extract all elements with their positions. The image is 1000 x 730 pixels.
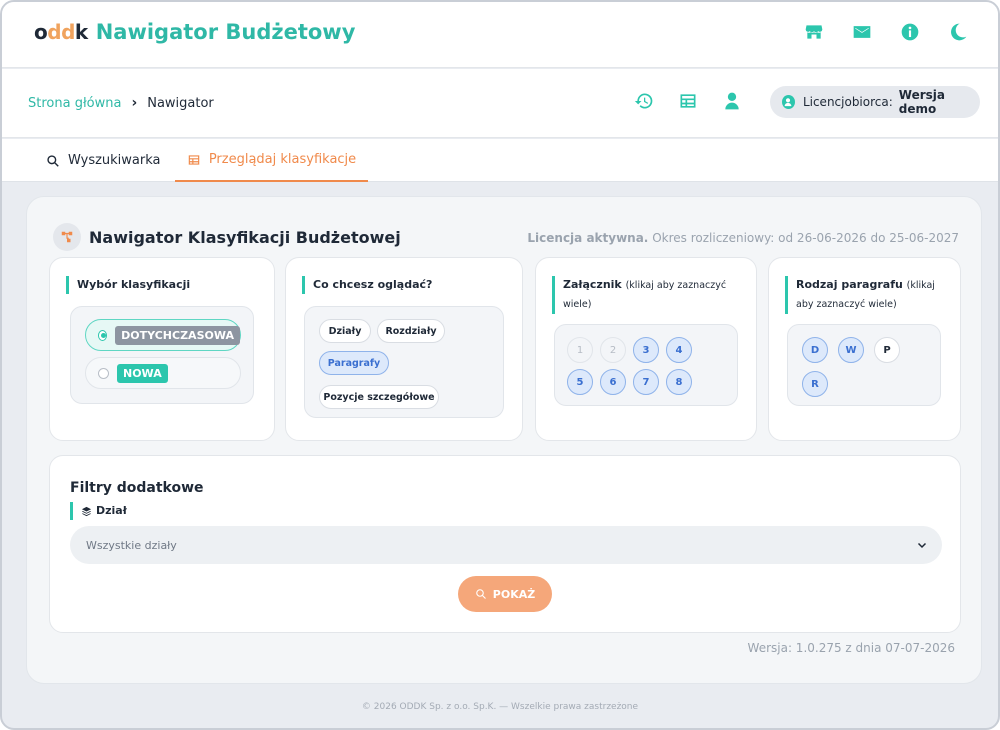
header-actions [804,22,968,42]
section-field-label: Dział [70,502,127,520]
radio-indicator [98,367,109,379]
licence-period-text: Okres rozliczeniowy: od 26-06-2026 do 25… [652,231,959,245]
app-title: Nawigator Budżetowy [95,20,356,44]
attachment-4[interactable]: 4 [666,337,692,363]
mail-icon[interactable] [852,22,872,42]
licensee-badge[interactable]: Licencjobiorca: Wersja demo [770,86,980,118]
paragraph-type-options: D W P R [787,324,941,406]
view-type-label: Co chcesz oglądać? [302,276,432,294]
tab-search[interactable]: Wyszukiwarka [46,139,161,182]
attachment-label: Załącznik (klikaj aby zaznaczyć wiele) [552,276,732,314]
radio-dotychczasowa[interactable]: DOTYCHCZASOWA [85,319,241,351]
attachment-6[interactable]: 6 [600,369,626,395]
tab-search-label: Wyszukiwarka [68,153,161,168]
radio-label: NOWA [117,363,168,383]
paragraph-type-p[interactable]: P [874,337,900,363]
attachment-3[interactable]: 3 [633,337,659,363]
licensee-value: Wersja demo [898,88,945,116]
attachment-5[interactable]: 5 [567,369,593,395]
tab-bar: Wyszukiwarka Przeglądaj klasyfikacje [2,139,998,182]
classification-options: DOTYCHCZASOWA NOWA [70,306,254,404]
user-icon[interactable] [722,91,742,111]
list-icon [188,154,200,165]
paragraph-type-label: Rodzaj paragrafu (klikaj aby zaznaczyć w… [785,276,935,314]
classification-label: Wybór klasyfikacji [66,276,190,294]
attachment-options: 1 2 3 4 5 6 7 8 [554,324,738,406]
chip-pozycje-szczegolowe[interactable]: Pozycje szczegółowe [319,385,439,409]
version-info: Wersja: 1.0.275 z dnia 07-07-2026 [747,641,955,655]
hierarchy-icon [53,223,81,251]
attachment-1[interactable]: 1 [567,337,593,363]
paragraph-type-panel: Rodzaj paragrafu (klikaj aby zaznaczyć w… [768,257,961,441]
view-type-options: Działy Rozdziały Paragrafy Pozycje szcze… [304,306,504,418]
section-select[interactable]: Wszystkie działy [70,526,942,564]
show-button-label: POKAŻ [492,587,536,601]
chevron-down-icon [917,542,927,549]
breadcrumb: Strona główna › Nawigator [28,95,214,111]
breadcrumb-current: Nawigator [147,95,214,111]
search-icon [475,589,486,599]
breadcrumb-separator: › [131,95,138,111]
table-icon[interactable] [678,91,698,111]
filters-panel: Filtry dodatkowe Dział Wszystkie działy … [49,455,961,633]
section-select-value: Wszystkie działy [86,538,177,552]
tab-browse-label: Przeglądaj klasyfikacje [208,152,357,167]
moon-icon[interactable] [948,22,968,42]
footer-copyright: © 2026 ODDK Sp. z o.o. Sp.K. — Wszelkie … [361,702,639,712]
show-button[interactable]: POKAŻ [458,576,552,612]
search-icon [47,154,59,167]
paragraph-type-w[interactable]: W [838,337,864,363]
paragraph-type-d[interactable]: D [802,337,828,363]
view-type-panel: Co chcesz oglądać? Działy Rozdziały Para… [285,257,523,441]
navigator-card: Nawigator Klasyfikacji Budżetowej Licenc… [26,196,982,684]
layers-icon [81,506,92,516]
logo-mark: oddk [34,20,88,44]
tab-browse-classifications[interactable]: Przeglądaj klasyfikacje [175,139,368,182]
radio-nowa[interactable]: NOWA [85,357,241,389]
attachment-7[interactable]: 7 [633,369,659,395]
info-icon[interactable] [900,22,920,42]
classification-panel: Wybór klasyfikacji DOTYCHCZASOWA NOWA [49,257,275,441]
sub-header: Strona główna › Nawigator Licencjobiorca… [2,69,998,138]
chip-paragrafy[interactable]: Paragrafy [319,351,389,375]
chip-rozdzialy[interactable]: Rozdziały [377,319,445,343]
licensee-label: Licencjobiorca: [802,95,893,109]
filters-title: Filtry dodatkowe [70,480,204,496]
attachment-2[interactable]: 2 [600,337,626,363]
app-window: oddk Nawigator Budżetowy Strona główna ›… [0,0,1000,730]
store-icon[interactable] [804,22,824,42]
radio-indicator [98,329,108,341]
paragraph-type-r[interactable]: R [802,371,828,397]
licence-active-text: Licencja aktywna. [527,231,649,245]
sub-header-actions [634,91,742,111]
top-header: oddk Nawigator Budżetowy [2,2,998,68]
card-header: Nawigator Klasyfikacji Budżetowej [53,223,401,251]
history-icon[interactable] [634,91,654,111]
avatar-icon [782,95,795,109]
logo[interactable]: oddk Nawigator Budżetowy [34,20,355,44]
radio-label: DOTYCHCZASOWA [115,325,240,345]
card-title: Nawigator Klasyfikacji Budżetowej [89,227,401,247]
breadcrumb-home-link[interactable]: Strona główna [28,96,121,111]
chip-dzialy[interactable]: Działy [319,319,371,343]
attachment-panel: Załącznik (klikaj aby zaznaczyć wiele) 1… [535,257,757,441]
licence-status: Licencja aktywna. Okres rozliczeniowy: o… [527,231,959,245]
attachment-8[interactable]: 8 [666,369,692,395]
